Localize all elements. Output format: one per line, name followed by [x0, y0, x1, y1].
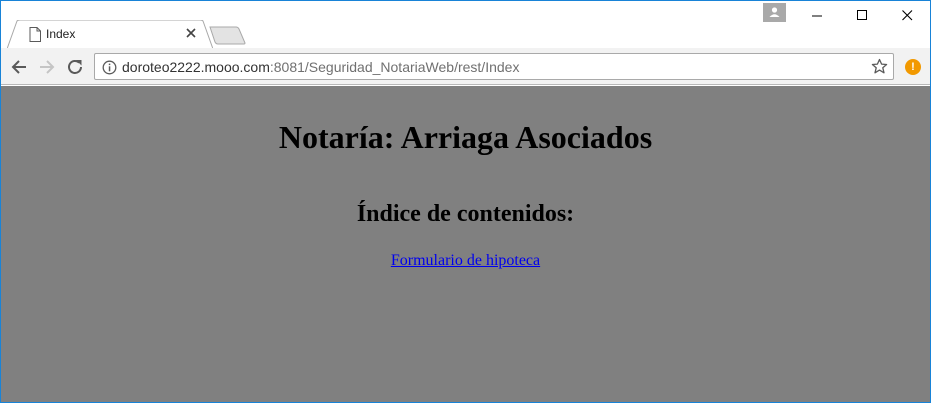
- page-icon: [29, 27, 41, 42]
- url-host: doroteo2222.mooo.com: [122, 59, 270, 75]
- info-icon[interactable]: [102, 60, 117, 75]
- link-list: Formulario de hipoteca: [1, 252, 930, 270]
- tab-title: Index: [46, 27, 76, 41]
- reload-icon[interactable]: [65, 57, 85, 77]
- minimize-button[interactable]: [794, 1, 840, 31]
- arrow-left-icon[interactable]: [9, 57, 29, 77]
- tab-index[interactable]: Index: [7, 20, 213, 49]
- title-bar: Index: [1, 1, 930, 49]
- star-icon[interactable]: [871, 58, 888, 75]
- close-window-button[interactable]: [884, 1, 930, 31]
- url-text[interactable]: doroteo2222.mooo.com:8081/Seguridad_Nota…: [122, 59, 519, 75]
- minimize-icon: [812, 15, 822, 17]
- mortgage-form-link[interactable]: Formulario de hipoteca: [391, 252, 540, 269]
- person-icon: [769, 7, 780, 17]
- section-heading: Índice de contenidos:: [356, 201, 575, 227]
- page-viewport: Notaría: Arriaga Asociados Índice de con…: [1, 86, 930, 402]
- close-icon: [902, 10, 913, 21]
- page-title: Notaría: Arriaga Asociados: [278, 119, 653, 155]
- browser-window: Index doroteo2222.mooo.com:8081/Segurida…: [0, 0, 931, 403]
- url-path: :8081/Seguridad_NotariaWeb/rest/Index: [269, 59, 520, 75]
- address-bar[interactable]: doroteo2222.mooo.com:8081/Seguridad_Nota…: [94, 53, 894, 80]
- browser-toolbar: doroteo2222.mooo.com:8081/Seguridad_Nota…: [1, 48, 930, 85]
- maximize-icon: [857, 10, 867, 20]
- extension-warning-icon[interactable]: !: [905, 59, 921, 75]
- new-tab-icon[interactable]: [209, 26, 247, 45]
- profile-button[interactable]: [763, 3, 786, 22]
- maximize-button[interactable]: [839, 1, 885, 31]
- arrow-right-icon[interactable]: [37, 57, 57, 77]
- close-icon[interactable]: [185, 27, 197, 39]
